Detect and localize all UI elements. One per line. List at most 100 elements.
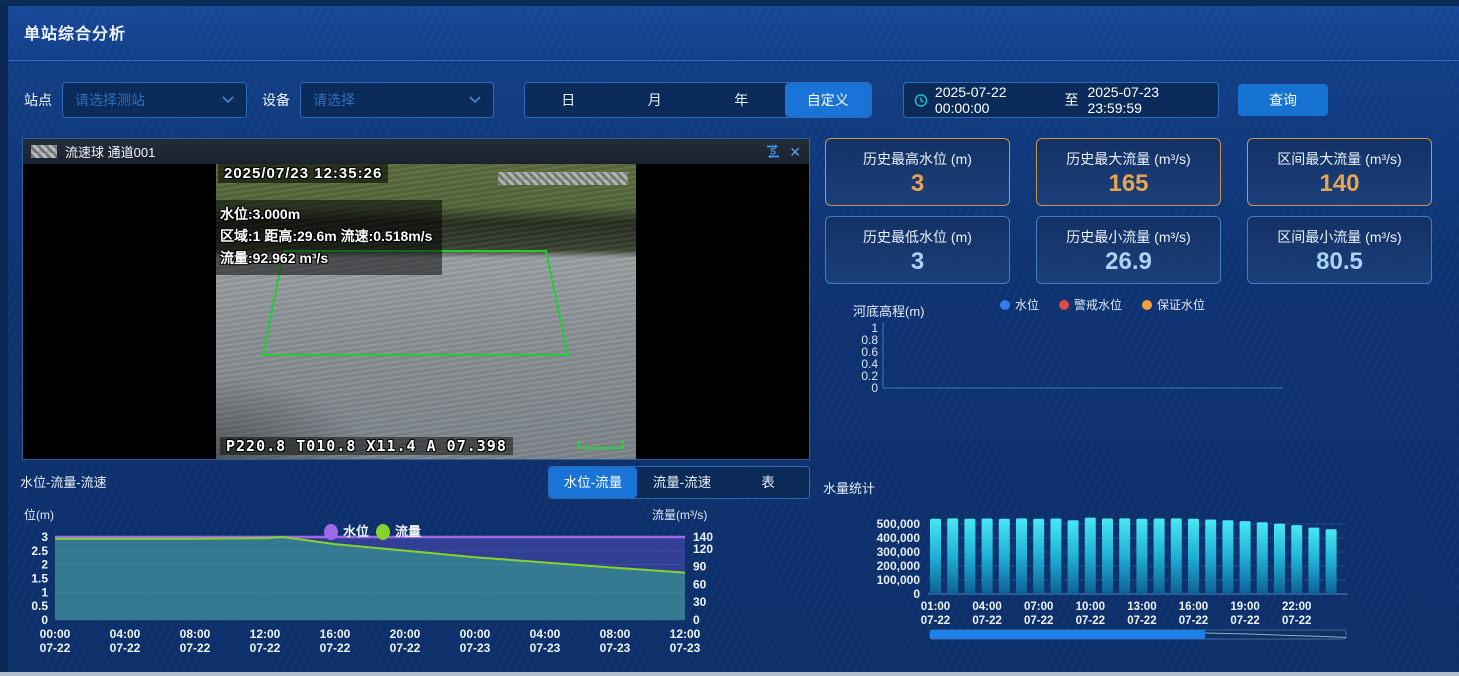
y-tick: 300,000: [877, 545, 921, 559]
y-tick: 400,000: [877, 531, 921, 545]
legend-label: 保证水位: [1157, 297, 1205, 312]
chevron-down-icon: [469, 96, 481, 104]
video-panel: 流速球 通道001 S ✕ 2025/07/23 12:35:26 水位:3.0…: [22, 138, 810, 460]
x-tick-time: 12:00: [670, 627, 701, 641]
stat-card-history-max-flow: 历史最大流量 (m³/s) 165: [1036, 138, 1221, 206]
tab-month[interactable]: 月: [612, 83, 699, 117]
bar: [1119, 518, 1130, 594]
x-tick-date: 07-22: [1179, 615, 1208, 627]
legend-dot: [376, 524, 390, 540]
left-tick: 2.5: [31, 544, 48, 558]
bar: [1222, 520, 1233, 594]
x-tick-time: 00:00: [460, 627, 491, 641]
bar: [1016, 518, 1027, 594]
datazoom-handle[interactable]: [930, 630, 1205, 639]
page-header: 单站综合分析: [8, 6, 1459, 61]
x-tick-date: 07-22: [40, 641, 71, 655]
water-volume-chart: 500,000400,000300,000200,000100,000001:0…: [820, 470, 1459, 670]
x-tick-date: 07-22: [1127, 615, 1156, 627]
video-panel-header: 流速球 通道001 S ✕: [23, 139, 809, 164]
stat-card-history-min-flow: 历史最小流量 (m³/s) 26.9: [1036, 216, 1221, 284]
station-label: 站点: [24, 82, 52, 118]
tab-day[interactable]: 日: [525, 83, 612, 117]
stat-value: 165: [1037, 172, 1220, 196]
date-separator: 至: [1062, 90, 1080, 110]
close-icon[interactable]: ✕: [789, 145, 801, 159]
station-select-value: 请选择测站: [75, 90, 222, 110]
bar: [1050, 519, 1061, 595]
x-tick-time: 00:00: [40, 627, 71, 641]
x-tick-date: 07-22: [110, 641, 141, 655]
tab-year[interactable]: 年: [698, 83, 785, 117]
video-body: 2025/07/23 12:35:26 水位:3.000m 区域:1 距高:29…: [23, 164, 809, 459]
bar: [1257, 522, 1268, 594]
tab-stage-flow[interactable]: 水位-流量: [549, 467, 637, 498]
stat-card-interval-min-flow: 区间最小流量 (m³/s) 80.5: [1247, 216, 1432, 284]
bar: [1154, 519, 1165, 595]
hydro-title: 水位-流量-流速: [20, 472, 107, 491]
legend-dot: [324, 524, 338, 540]
bar: [1102, 519, 1113, 595]
clock-icon: [914, 93, 928, 108]
x-tick-date: 07-23: [600, 641, 631, 655]
stat-label: 历史最低水位 (m): [826, 227, 1009, 247]
bar: [1274, 524, 1285, 594]
x-tick-time: 16:00: [1179, 601, 1208, 613]
x-tick-time: 04:00: [530, 627, 561, 641]
tab-custom[interactable]: 自定义: [785, 83, 872, 117]
legend-dot: [1059, 300, 1069, 310]
page-title: 单站综合分析: [24, 20, 126, 44]
stat-value: 140: [1248, 172, 1431, 196]
left-tick: 0: [41, 613, 48, 627]
volume-section: 水量统计 500,000400,000300,000200,000100,000…: [820, 470, 1459, 672]
stat-card-history-max-stage: 历史最高水位 (m) 3: [825, 138, 1010, 206]
device-select[interactable]: 请选择: [300, 82, 494, 118]
y-tick: 0: [871, 381, 878, 395]
x-tick-date: 07-23: [670, 641, 701, 655]
x-tick-date: 07-22: [972, 615, 1001, 627]
bar: [1033, 519, 1044, 594]
x-tick-time: 08:00: [180, 627, 211, 641]
osd-telemetry: P220.8 T010.8 X11.4 A 07.398: [220, 437, 513, 455]
date-end: 2025-07-23 23:59:59: [1087, 84, 1208, 116]
stream-toggle-icon[interactable]: S: [765, 144, 781, 159]
stat-value: 3: [826, 172, 1009, 196]
stat-value: 80.5: [1248, 250, 1431, 274]
x-tick-time: 13:00: [1127, 601, 1156, 613]
legend-label: 水位: [1015, 297, 1039, 312]
legend-dot: [1000, 300, 1010, 310]
right-tick: 120: [693, 542, 713, 556]
page: 单站综合分析 站点 请选择测站 设备 请选择 日 月 年 自定义 2025-07…: [0, 0, 1459, 676]
bar: [1085, 518, 1096, 594]
query-button[interactable]: 查询: [1238, 84, 1328, 116]
tab-table[interactable]: 表: [727, 467, 809, 498]
x-tick-time: 19:00: [1230, 601, 1259, 613]
x-tick-date: 07-22: [1024, 615, 1053, 627]
legend-dot: [1142, 300, 1152, 310]
x-tick-time: 22:00: [1282, 601, 1311, 613]
bar: [964, 519, 975, 594]
riverbed-chart: 水位警戒水位保证水位10.80.60.40.20: [850, 292, 1455, 414]
x-tick-date: 07-23: [460, 641, 491, 655]
tab-flow-velocity[interactable]: 流量-流速: [637, 467, 727, 498]
riverbed-chart-section: 河底高程(m) 水位警戒水位保证水位10.80.60.40.20: [850, 292, 1455, 414]
bar: [1068, 520, 1079, 594]
x-tick-time: 04:00: [972, 601, 1001, 613]
video-frame: 2025/07/23 12:35:26 水位:3.000m 区域:1 距高:29…: [216, 164, 636, 459]
date-range-picker[interactable]: 2025-07-22 00:00:00 至 2025-07-23 23:59:5…: [903, 82, 1219, 118]
station-select[interactable]: 请选择测站: [62, 82, 247, 118]
stat-label: 历史最小流量 (m³/s): [1037, 227, 1220, 247]
x-tick-date: 07-22: [250, 641, 281, 655]
right-tick: 0: [693, 613, 700, 627]
bar: [1171, 518, 1182, 594]
device-label: 设备: [262, 82, 290, 118]
legend-label: 警戒水位: [1074, 297, 1122, 312]
bar: [982, 519, 993, 595]
period-tab-group: 日 月 年 自定义: [524, 82, 872, 118]
video-timestamp: 2025/07/23 12:35:26: [218, 164, 388, 183]
stat-value: 3: [826, 250, 1009, 274]
bar: [930, 519, 941, 594]
redacted-watermark: [498, 172, 628, 185]
x-tick-time: 12:00: [250, 627, 281, 641]
y-tick: 200,000: [877, 559, 921, 573]
